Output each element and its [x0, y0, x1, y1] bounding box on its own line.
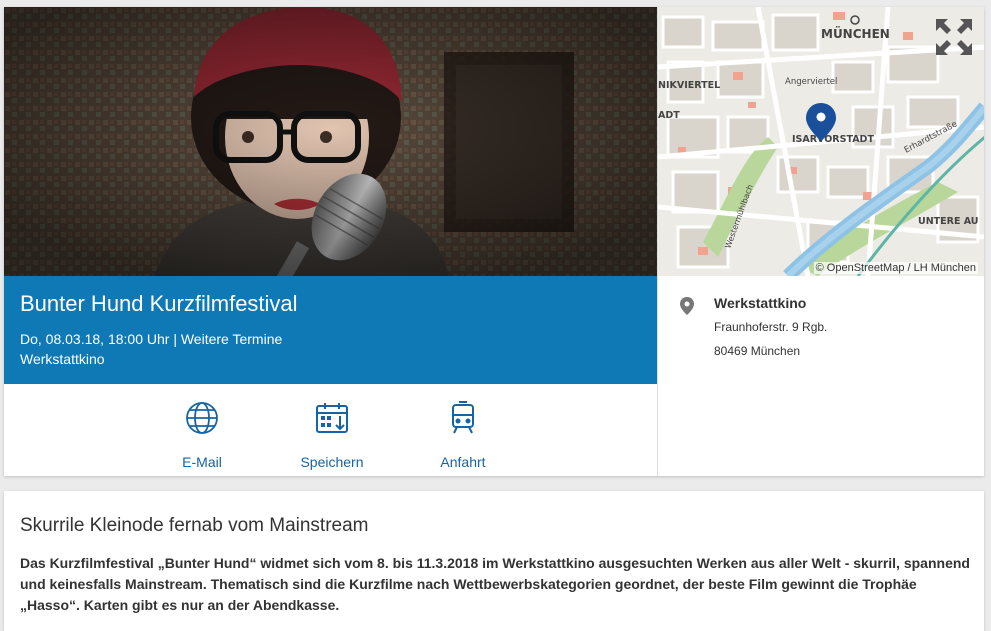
description-heading: Skurrile Kleinode fernab vom Mainstream: [20, 515, 369, 536]
event-venue: Werkstattkino: [20, 351, 105, 367]
event-date-line[interactable]: Do, 08.03.18, 18:00 Uhr | Weitere Termin…: [20, 331, 282, 347]
expand-icon: [936, 19, 972, 55]
tram-icon: [413, 400, 513, 436]
address-city: 80469 München: [714, 344, 801, 358]
address-name: Werkstattkino: [714, 295, 807, 311]
save-button[interactable]: Speichern: [282, 400, 382, 470]
calendar-download-icon: [282, 400, 382, 436]
event-card: Bunter Hund Kurzfilmfestival Do, 08.03.1…: [4, 7, 984, 476]
save-label: Speichern: [300, 454, 364, 470]
address-panel: Werkstattkino Fraunhoferstr. 9 Rgb. 8046…: [657, 276, 984, 476]
svg-text:ISARVORSTADT: ISARVORSTADT: [792, 134, 874, 145]
directions-button[interactable]: Anfahrt: [413, 400, 513, 470]
action-bar: E-Mail Speichern Anfahrt: [4, 384, 657, 476]
svg-text:MÜNCHEN: MÜNCHEN: [821, 26, 890, 41]
expand-map-button[interactable]: [934, 17, 974, 57]
svg-text:Angerviertel: Angerviertel: [785, 77, 837, 87]
address-street: Fraunhoferstr. 9 Rgb.: [714, 320, 828, 334]
location-pin-icon: [680, 297, 694, 320]
description-card: Skurrile Kleinode fernab vom Mainstream …: [4, 491, 984, 631]
event-photo: [4, 7, 657, 276]
globe-icon: [152, 400, 252, 436]
description-body: Das Kurzfilmfestival „Bunter Hund“ widme…: [20, 555, 970, 613]
event-banner: Bunter Hund Kurzfilmfestival Do, 08.03.1…: [4, 276, 657, 384]
email-label: E-Mail: [182, 454, 222, 470]
svg-text:NIKVIERTEL: NIKVIERTEL: [658, 80, 720, 91]
email-button[interactable]: E-Mail: [152, 400, 252, 470]
svg-text:ADT: ADT: [658, 110, 680, 121]
event-title: Bunter Hund Kurzfilmfestival: [20, 291, 298, 316]
location-map[interactable]: MÜNCHEN NIKVIERTEL Angerviertel ADT ISAR…: [657, 7, 984, 276]
svg-text:UNTERE AU: UNTERE AU: [918, 216, 979, 227]
directions-label: Anfahrt: [440, 454, 486, 470]
map-credit[interactable]: © OpenStreetMap / LH München: [813, 262, 978, 274]
